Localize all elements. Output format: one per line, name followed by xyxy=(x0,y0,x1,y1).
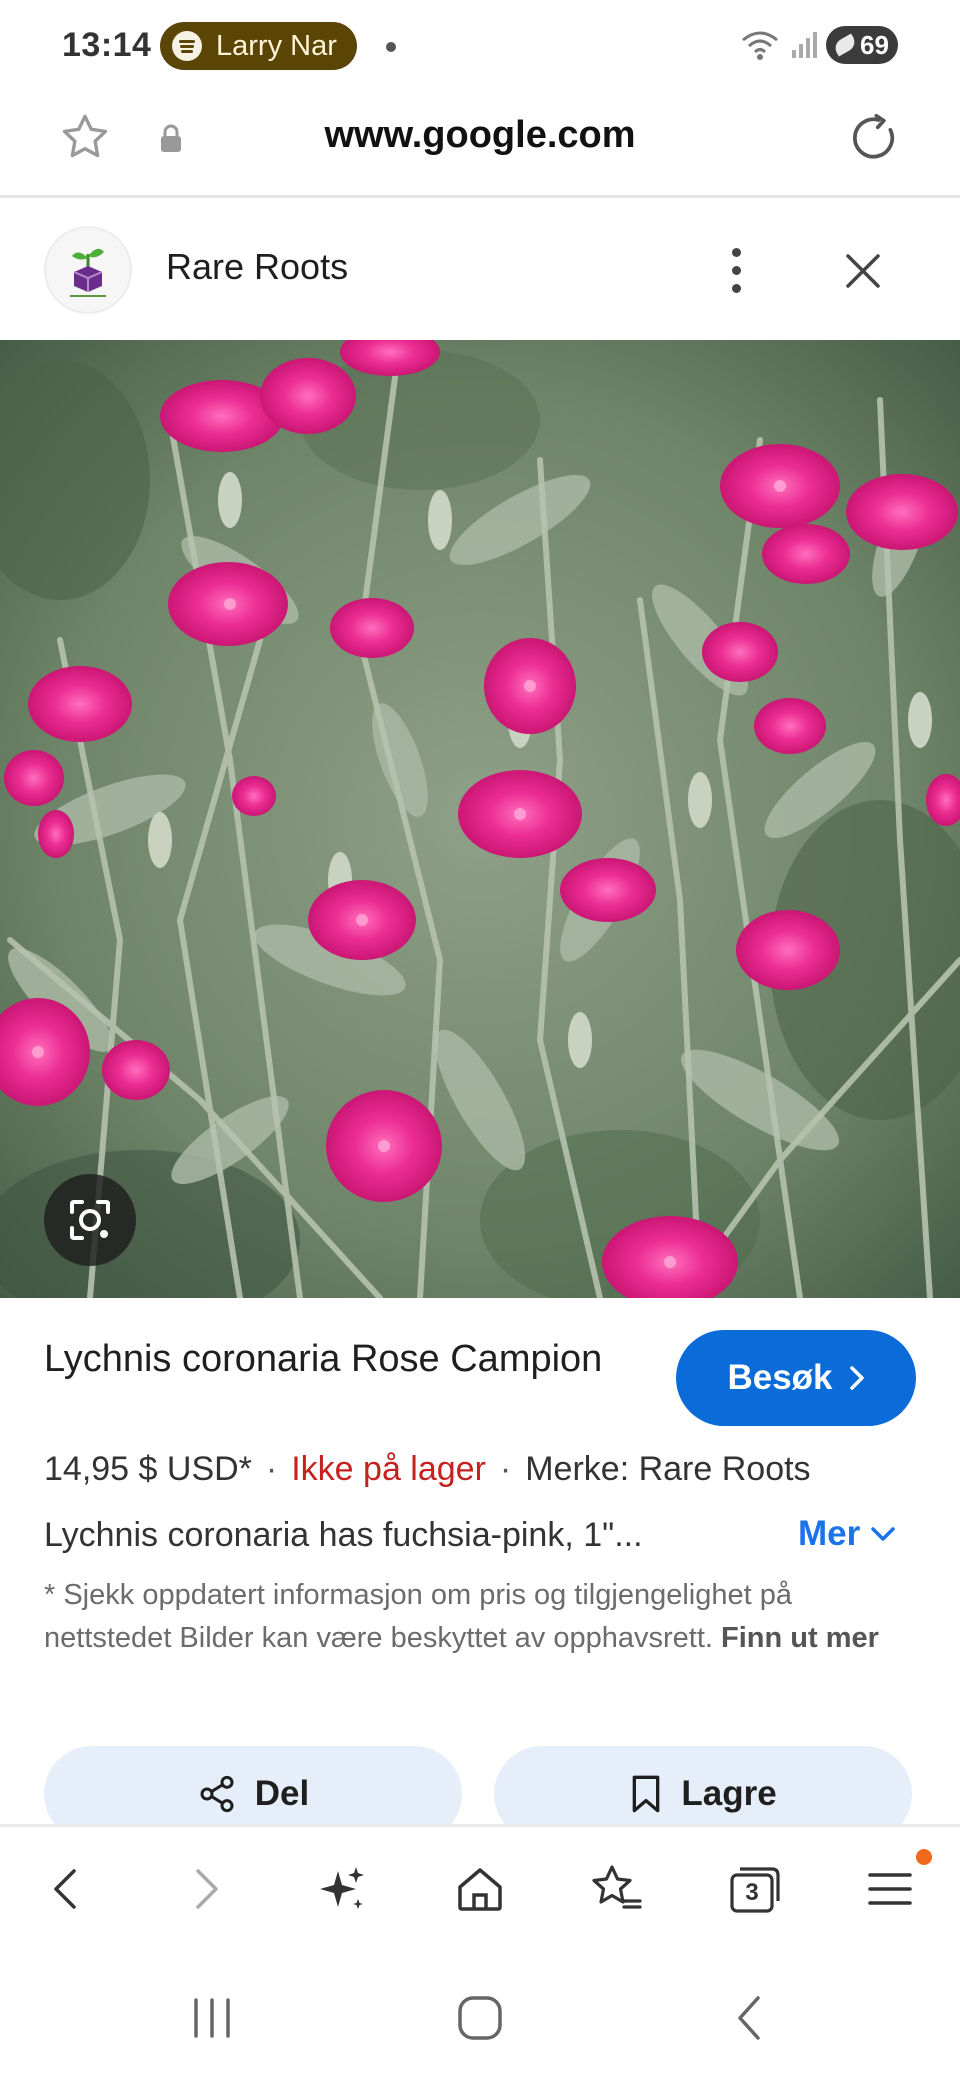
chevron-right-icon xyxy=(849,1366,864,1390)
save-label: Lagre xyxy=(681,1774,777,1813)
site-name: Rare Roots xyxy=(166,246,349,287)
disclaimer-text: * Sjekk oppdatert informasjon om pris og… xyxy=(44,1579,792,1654)
lens-icon[interactable] xyxy=(44,1174,136,1266)
product-image[interactable] xyxy=(0,340,960,1298)
forward-icon[interactable] xyxy=(174,1857,238,1921)
recent-apps-icon[interactable] xyxy=(182,1988,242,2048)
more-vert-icon[interactable] xyxy=(712,238,760,302)
tabs-icon[interactable]: 3 xyxy=(722,1857,786,1921)
price-line: 14,95 $ USD* · Ikke på lager · Merke: Rare R… xyxy=(44,1450,811,1489)
separator: · xyxy=(499,1450,512,1488)
close-icon[interactable] xyxy=(838,246,888,296)
share-icon xyxy=(200,1775,234,1813)
home-icon[interactable] xyxy=(448,1857,512,1921)
bookmark-icon xyxy=(633,1775,660,1813)
menu-icon[interactable] xyxy=(858,1857,922,1921)
brand: Merke: Rare Roots xyxy=(525,1450,811,1488)
battery-level: 69 xyxy=(860,29,889,60)
separator: · xyxy=(265,1450,278,1488)
product-description: Lychnis coronaria has fuchsia-pink, 1"..… xyxy=(44,1516,643,1554)
flower-photo xyxy=(0,340,960,1298)
more-link[interactable]: Mer xyxy=(798,1514,896,1554)
learn-more-link[interactable]: Finn ut mer xyxy=(721,1622,879,1654)
signal-icon xyxy=(792,32,817,58)
disclaimer: * Sjekk oppdatert informasjon om pris og… xyxy=(44,1574,924,1660)
url-text[interactable]: www.google.com xyxy=(0,114,960,157)
menu-badge xyxy=(916,1849,932,1865)
visit-button[interactable]: Besøk xyxy=(676,1330,916,1426)
sparkle-icon[interactable] xyxy=(310,1857,374,1921)
status-time: 13:14 xyxy=(62,26,152,64)
share-label: Del xyxy=(254,1774,310,1813)
stock-status: Ikke på lager xyxy=(291,1450,486,1488)
wifi-icon xyxy=(742,31,778,60)
site-logo xyxy=(44,226,132,314)
notification-dot xyxy=(386,42,396,52)
home-button-icon[interactable] xyxy=(450,1988,510,2048)
battery-icon: 69 xyxy=(826,26,898,64)
media-notification-pill[interactable]: Larry Nar xyxy=(160,22,357,70)
tab-count: 3 xyxy=(745,1879,759,1906)
product-title: Lychnis coronaria Rose Campion xyxy=(44,1338,603,1380)
browser-toolbar: www.google.com xyxy=(0,92,960,198)
more-link-label: Mer xyxy=(798,1514,861,1553)
favorites-icon[interactable] xyxy=(584,1857,648,1921)
visit-button-label: Besøk xyxy=(727,1358,833,1397)
back-icon[interactable] xyxy=(34,1857,98,1921)
system-nav-bar xyxy=(0,1952,960,2080)
price: 14,95 $ USD* xyxy=(44,1450,252,1488)
media-title: Larry Nar xyxy=(216,29,337,62)
spotify-icon xyxy=(172,31,202,61)
page: 13:14 Larry Nar 69 www.google.com Rare R… xyxy=(0,0,960,2080)
chevron-down-icon xyxy=(871,1527,895,1541)
system-back-icon[interactable] xyxy=(720,1988,780,2048)
browser-bottom-nav: 3 xyxy=(0,1824,960,1952)
site-header: Rare Roots xyxy=(0,200,960,340)
reload-icon[interactable] xyxy=(846,110,902,166)
status-bar: 13:14 Larry Nar 69 xyxy=(0,0,960,92)
